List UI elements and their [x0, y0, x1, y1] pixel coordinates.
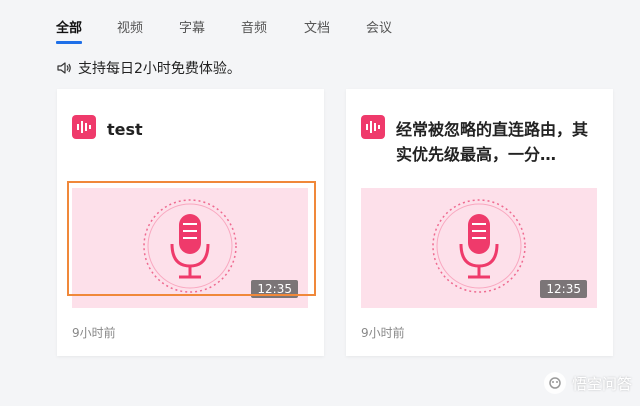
tab-document[interactable]: 文档 [304, 17, 330, 36]
tab-subtitle[interactable]: 字幕 [179, 17, 205, 36]
category-tabs: 全部 视频 字幕 音频 文档 会议 [0, 0, 640, 50]
notice-text: 支持每日2小时免费体验。 [78, 61, 241, 77]
audio-wave-icon [72, 115, 96, 139]
file-card[interactable]: test 12:35 9小时前 [57, 89, 324, 356]
watermark: 悟空问答 [543, 372, 632, 394]
file-card[interactable]: 经常被忽略的直连路由，其实优先级最高，一分… 12:35 9小时前 [346, 89, 613, 356]
wukong-logo-icon [543, 372, 566, 394]
tab-video[interactable]: 视频 [117, 17, 143, 36]
created-time: 9小时前 [361, 326, 405, 340]
duration-badge: 12:35 [540, 280, 587, 298]
card-title[interactable]: 经常被忽略的直连路由，其实优先级最高，一分… [396, 117, 601, 167]
speaker-icon [57, 62, 71, 74]
created-time: 9小时前 [72, 326, 116, 340]
card-thumbnail[interactable]: 12:35 [361, 188, 597, 308]
duration-badge: 12:35 [251, 280, 298, 298]
tab-all[interactable]: 全部 [56, 17, 82, 36]
audio-wave-icon [361, 115, 385, 139]
tab-meeting[interactable]: 会议 [366, 17, 392, 36]
free-trial-notice: 支持每日2小时免费体验。 [56, 58, 241, 78]
tab-audio[interactable]: 音频 [241, 17, 267, 36]
watermark-text: 悟空问答 [571, 374, 632, 393]
card-title[interactable]: test [107, 117, 312, 142]
card-thumbnail[interactable]: 12:35 [72, 188, 308, 308]
active-tab-indicator [56, 41, 82, 44]
